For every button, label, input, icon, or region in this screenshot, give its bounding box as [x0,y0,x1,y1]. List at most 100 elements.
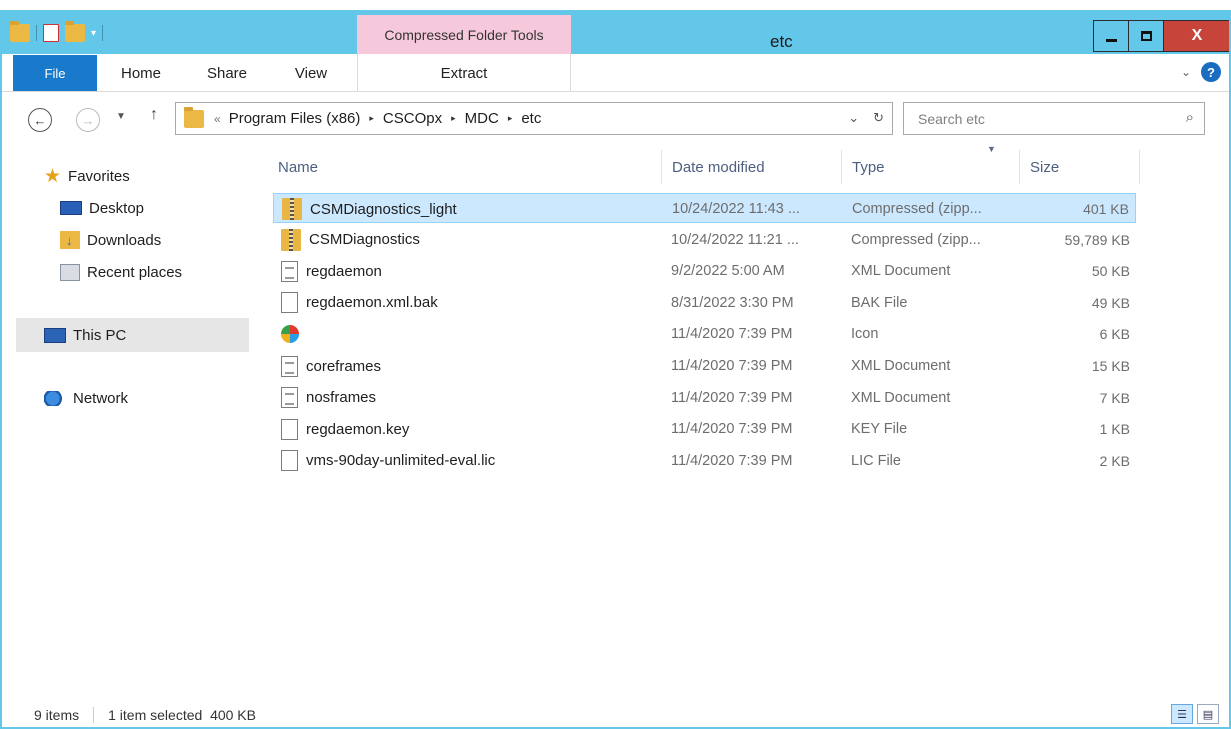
view-switcher: ☰ ▤ [1171,704,1219,724]
ribbon-tabs: File Home Share View Extract ⌄ ? [0,54,1231,92]
status-item-count: 9 items [34,706,80,723]
up-arrow-icon[interactable]: ↑ [150,106,158,124]
nav-item-label: This PC [73,326,127,344]
tab-extract[interactable]: Extract [357,54,571,92]
details-view-button[interactable]: ☰ [1171,704,1193,724]
file-name: regdaemon.key [306,420,410,438]
back-button[interactable]: ← [28,108,52,132]
nav-item-favorites[interactable]: ★ Favorites [44,164,130,188]
column-header-date[interactable]: Date modified [662,150,842,184]
file-name-cell[interactable]: coreframes [281,351,381,381]
maximize-button[interactable] [1128,20,1164,52]
file-name-cell[interactable]: regdaemon [281,256,382,286]
file-date: 10/24/2022 11:43 ... [672,201,800,217]
toolbar-separator [102,25,104,41]
close-button[interactable]: X [1163,20,1231,52]
column-header-label: Date modified [672,158,765,176]
file-type: XML Document [851,263,951,280]
nav-item-recent-places[interactable]: Recent places [60,260,182,284]
table-row[interactable]: nosframes 11/4/2020 7:39 PM XML Document 7 … [273,383,1136,413]
file-name: nosframes [306,389,377,407]
table-row[interactable]: regdaemon.key 11/4/2020 7:39 PM KEY File 1 … [273,414,1136,444]
recent-locations-chevron-icon[interactable]: ▼ [116,111,126,122]
breadcrumb-separator-icon[interactable]: ▸ [369,113,374,124]
properties-icon[interactable] [43,24,59,42]
minimize-button[interactable] [1093,20,1129,52]
file-size: 6 KB [1099,326,1130,343]
file-date: 11/4/2020 7:39 PM [671,358,793,374]
computer-icon [44,327,66,343]
file-type: Icon [851,326,879,343]
search-input[interactable]: Search etc ⌕ [903,102,1205,135]
nav-item-desktop[interactable]: Desktop [60,196,144,220]
file-name: CSMDiagnostics [309,231,420,249]
file-type: XML Document [851,358,951,374]
window-title: etc [770,32,793,51]
zip-folder-icon [281,228,301,251]
file-icon [281,292,298,314]
nav-item-label: Recent places [87,263,183,281]
help-icon[interactable]: ? [1201,62,1221,82]
title-bar: ▾ etc X [0,10,1231,54]
file-size: 1 KB [1099,421,1130,438]
file-name-cell[interactable]: nosframes [281,383,376,413]
file-name-cell[interactable] [281,319,307,349]
table-row[interactable]: CSMDiagnostics_light 10/24/2022 11:43 ...… [273,193,1136,223]
column-header-size[interactable]: Size [1020,150,1140,184]
table-row[interactable]: regdaemon 9/2/2022 5:00 AM XML Document 50 … [273,256,1136,286]
toolbar-separator [36,25,37,41]
folder-icon [184,106,204,128]
breadcrumb-separator-icon[interactable]: ▸ [508,113,513,124]
maximize-icon [1140,31,1152,41]
new-folder-icon[interactable] [65,21,85,42]
table-row[interactable]: 11/4/2020 7:39 PM Icon 6 KB [273,319,1136,349]
expand-ribbon-chevron-icon[interactable]: ⌄ [1181,65,1191,79]
breadcrumb-item[interactable]: Program Files (x86) [229,110,361,127]
xml-document-icon [281,355,298,377]
breadcrumb-separator-icon[interactable]: ▸ [451,113,456,124]
address-bar[interactable]: « Program Files (x86) ▸ CSCOpx ▸ MDC ▸ e… [175,102,893,135]
breadcrumb-item[interactable]: MDC [465,110,499,127]
tab-home[interactable]: Home [106,54,176,92]
large-icons-view-button[interactable]: ▤ [1197,704,1219,724]
nav-item-downloads[interactable]: ↓ Downloads [60,228,161,252]
quick-access-toolbar: ▾ [10,21,104,44]
refresh-icon[interactable]: ↻ [873,110,884,126]
file-date: 11/4/2020 7:39 PM [671,326,793,343]
table-row[interactable]: coreframes 11/4/2020 7:39 PM XML Document 1… [273,351,1136,381]
nav-item-network[interactable]: Network [44,386,128,410]
tab-file[interactable]: File [13,55,97,91]
minimize-icon [1105,38,1117,42]
file-name-cell[interactable]: regdaemon.key [281,414,409,444]
breadcrumb-item[interactable]: CSCOpx [383,110,442,127]
file-name-cell[interactable]: CSMDiagnostics_light [282,194,457,224]
file-name-cell[interactable]: regdaemon.xml.bak [281,288,438,318]
table-row[interactable]: vms-90day-unlimited-eval.lic 11/4/2020 7:… [273,446,1136,476]
file-name: regdaemon.xml.bak [306,294,438,312]
file-name: CSMDiagnostics_light [310,200,457,218]
column-header-type[interactable]: Type [842,150,1020,184]
tab-view[interactable]: View [276,54,346,92]
file-name: regdaemon [306,262,382,280]
file-name-cell[interactable]: CSMDiagnostics [281,225,420,255]
breadcrumb-item[interactable]: etc [521,110,541,127]
column-header-name[interactable]: Name [268,150,662,184]
chevron-down-icon[interactable]: ⌄ [848,110,859,126]
ribbon-controls: ⌄ ? [1181,62,1221,82]
forward-button[interactable]: → [76,108,100,132]
file-name: vms-90day-unlimited-eval.lic [306,452,496,470]
search-icon[interactable]: ⌕ [1186,109,1194,126]
table-row[interactable]: regdaemon.xml.bak 8/31/2022 3:30 PM BAK Fi… [273,288,1136,318]
tab-share[interactable]: Share [192,54,262,92]
table-row[interactable]: CSMDiagnostics 10/24/2022 11:21 ... Compre… [273,225,1136,255]
arrow-left-icon: ← [33,112,47,128]
nav-item-label: Network [73,389,129,407]
file-size: 50 KB [1091,263,1130,280]
zip-folder-icon [282,198,302,220]
breadcrumb-overflow[interactable]: « [214,112,221,126]
nav-item-this-pc[interactable]: This PC [44,323,126,347]
nav-item-label: Desktop [89,199,145,217]
close-icon: X [1191,27,1203,44]
chevron-down-icon[interactable]: ▾ [91,28,96,39]
file-name-cell[interactable]: vms-90day-unlimited-eval.lic [281,446,495,476]
